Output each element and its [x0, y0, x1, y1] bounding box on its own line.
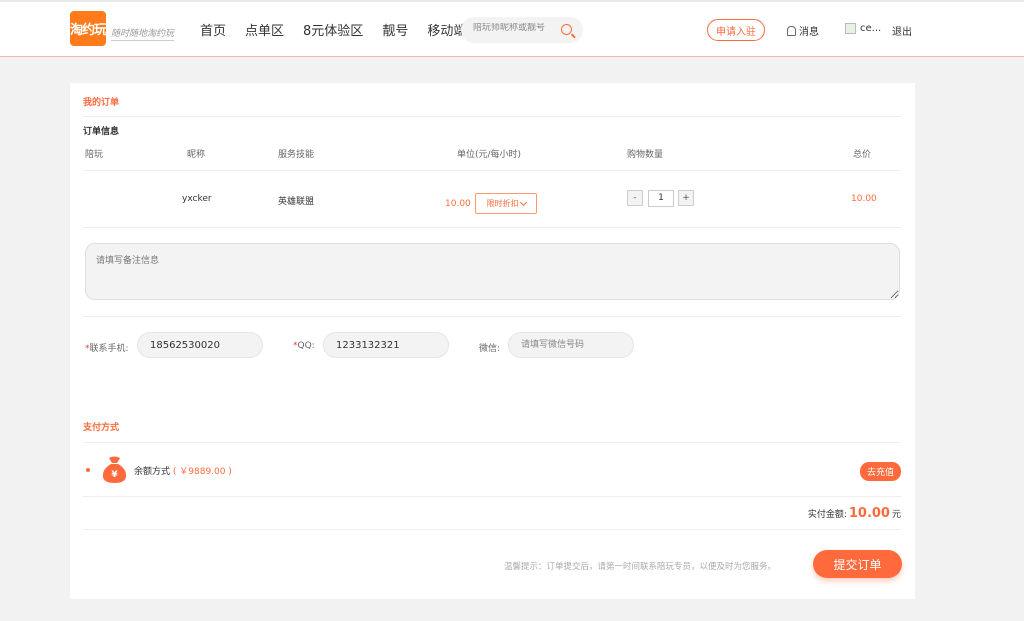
order-card: 我的订单 订单信息 陪玩 昵称 服务技能 单位(元/每小时) 购物数量 总价 y…	[70, 83, 915, 599]
username: ce...	[860, 23, 882, 34]
balance-amount: ( ￥9889.00 )	[172, 467, 232, 477]
messages-link[interactable]: 消息	[787, 23, 819, 38]
site-header: 淘约玩 随时随地淘约玩 首页 点单区 8元体验区 靓号 移动端 申请入驻 消息 …	[0, 2, 1024, 57]
divider	[83, 529, 901, 530]
divider	[83, 170, 901, 171]
search-icon[interactable]	[561, 24, 572, 35]
chevron-down-icon	[519, 198, 527, 206]
site-slogan: 随时随地淘约玩	[111, 26, 175, 41]
discount-label: 限时折扣	[486, 199, 519, 208]
total-amount: 10.00	[848, 506, 890, 521]
total-unit: 元	[891, 510, 901, 520]
qq-input[interactable]	[323, 332, 449, 358]
order-info-title: 订单信息	[83, 127, 120, 137]
logout-link[interactable]: 退出	[892, 23, 912, 38]
site-logo[interactable]: 淘约玩	[70, 11, 107, 46]
divider	[83, 442, 901, 443]
col-nickname: 昵称	[187, 150, 206, 160]
submit-order-button[interactable]: 提交订单	[813, 550, 902, 578]
row-nickname: yxcker	[182, 194, 212, 204]
search-input[interactable]	[473, 23, 557, 33]
nav-vip-number[interactable]: 靓号	[382, 20, 408, 39]
quantity-stepper[interactable]: 1	[648, 190, 674, 207]
tip-text: 温馨提示：订单提交后，请第一时间联系陪玩专员，以便及时为您服务。	[504, 562, 777, 572]
divider	[83, 316, 901, 317]
wechat-label: 微信:	[479, 344, 501, 354]
my-order-title: 我的订单	[83, 98, 120, 108]
main-nav: 首页 点单区 8元体验区 靓号 移动端	[200, 20, 485, 39]
payment-method-title: 支付方式	[83, 423, 120, 433]
remark-textarea[interactable]	[85, 243, 900, 300]
svg-text:¥: ¥	[111, 470, 118, 480]
bell-icon	[787, 25, 796, 36]
row-unit-price: 10.00	[445, 199, 471, 209]
quantity-increment-button[interactable]: +	[678, 190, 694, 206]
discount-dropdown[interactable]: 限时折扣	[475, 193, 537, 214]
nav-order-zone[interactable]: 点单区	[245, 20, 284, 39]
recharge-button[interactable]: 去充值	[860, 462, 901, 481]
search-box	[461, 17, 583, 43]
nav-trial-zone[interactable]: 8元体验区	[303, 20, 363, 39]
divider	[83, 496, 901, 497]
row-total: 10.00	[851, 194, 877, 204]
payment-radio[interactable]	[86, 468, 90, 472]
phone-label: *联系手机:	[85, 344, 129, 354]
balance-method[interactable]: 余额方式 ( ￥9889.00 )	[134, 464, 232, 477]
total-label: 实付金额:	[807, 510, 847, 520]
apply-join-button[interactable]: 申请入驻	[707, 19, 765, 41]
qq-label: *QQ:	[293, 341, 315, 351]
nav-home[interactable]: 首页	[200, 20, 226, 39]
wechat-input[interactable]	[508, 332, 634, 358]
divider	[83, 227, 901, 228]
col-quantity: 购物数量	[627, 150, 664, 160]
col-skill: 服务技能	[278, 150, 315, 160]
money-bag-icon: ¥	[102, 456, 127, 483]
total-row: 实付金额: 10.00 元	[808, 506, 901, 521]
col-companion: 陪玩	[85, 150, 104, 160]
quantity-decrement-button[interactable]: -	[627, 190, 643, 206]
divider	[83, 116, 901, 117]
col-total: 总价	[853, 150, 872, 160]
row-skill: 英雄联盟	[278, 197, 315, 207]
col-unit-price: 单位(元/每小时)	[457, 150, 522, 160]
avatar	[845, 23, 856, 34]
phone-input[interactable]	[137, 332, 263, 358]
messages-label: 消息	[799, 27, 819, 38]
user-menu[interactable]: ce...	[845, 23, 881, 34]
